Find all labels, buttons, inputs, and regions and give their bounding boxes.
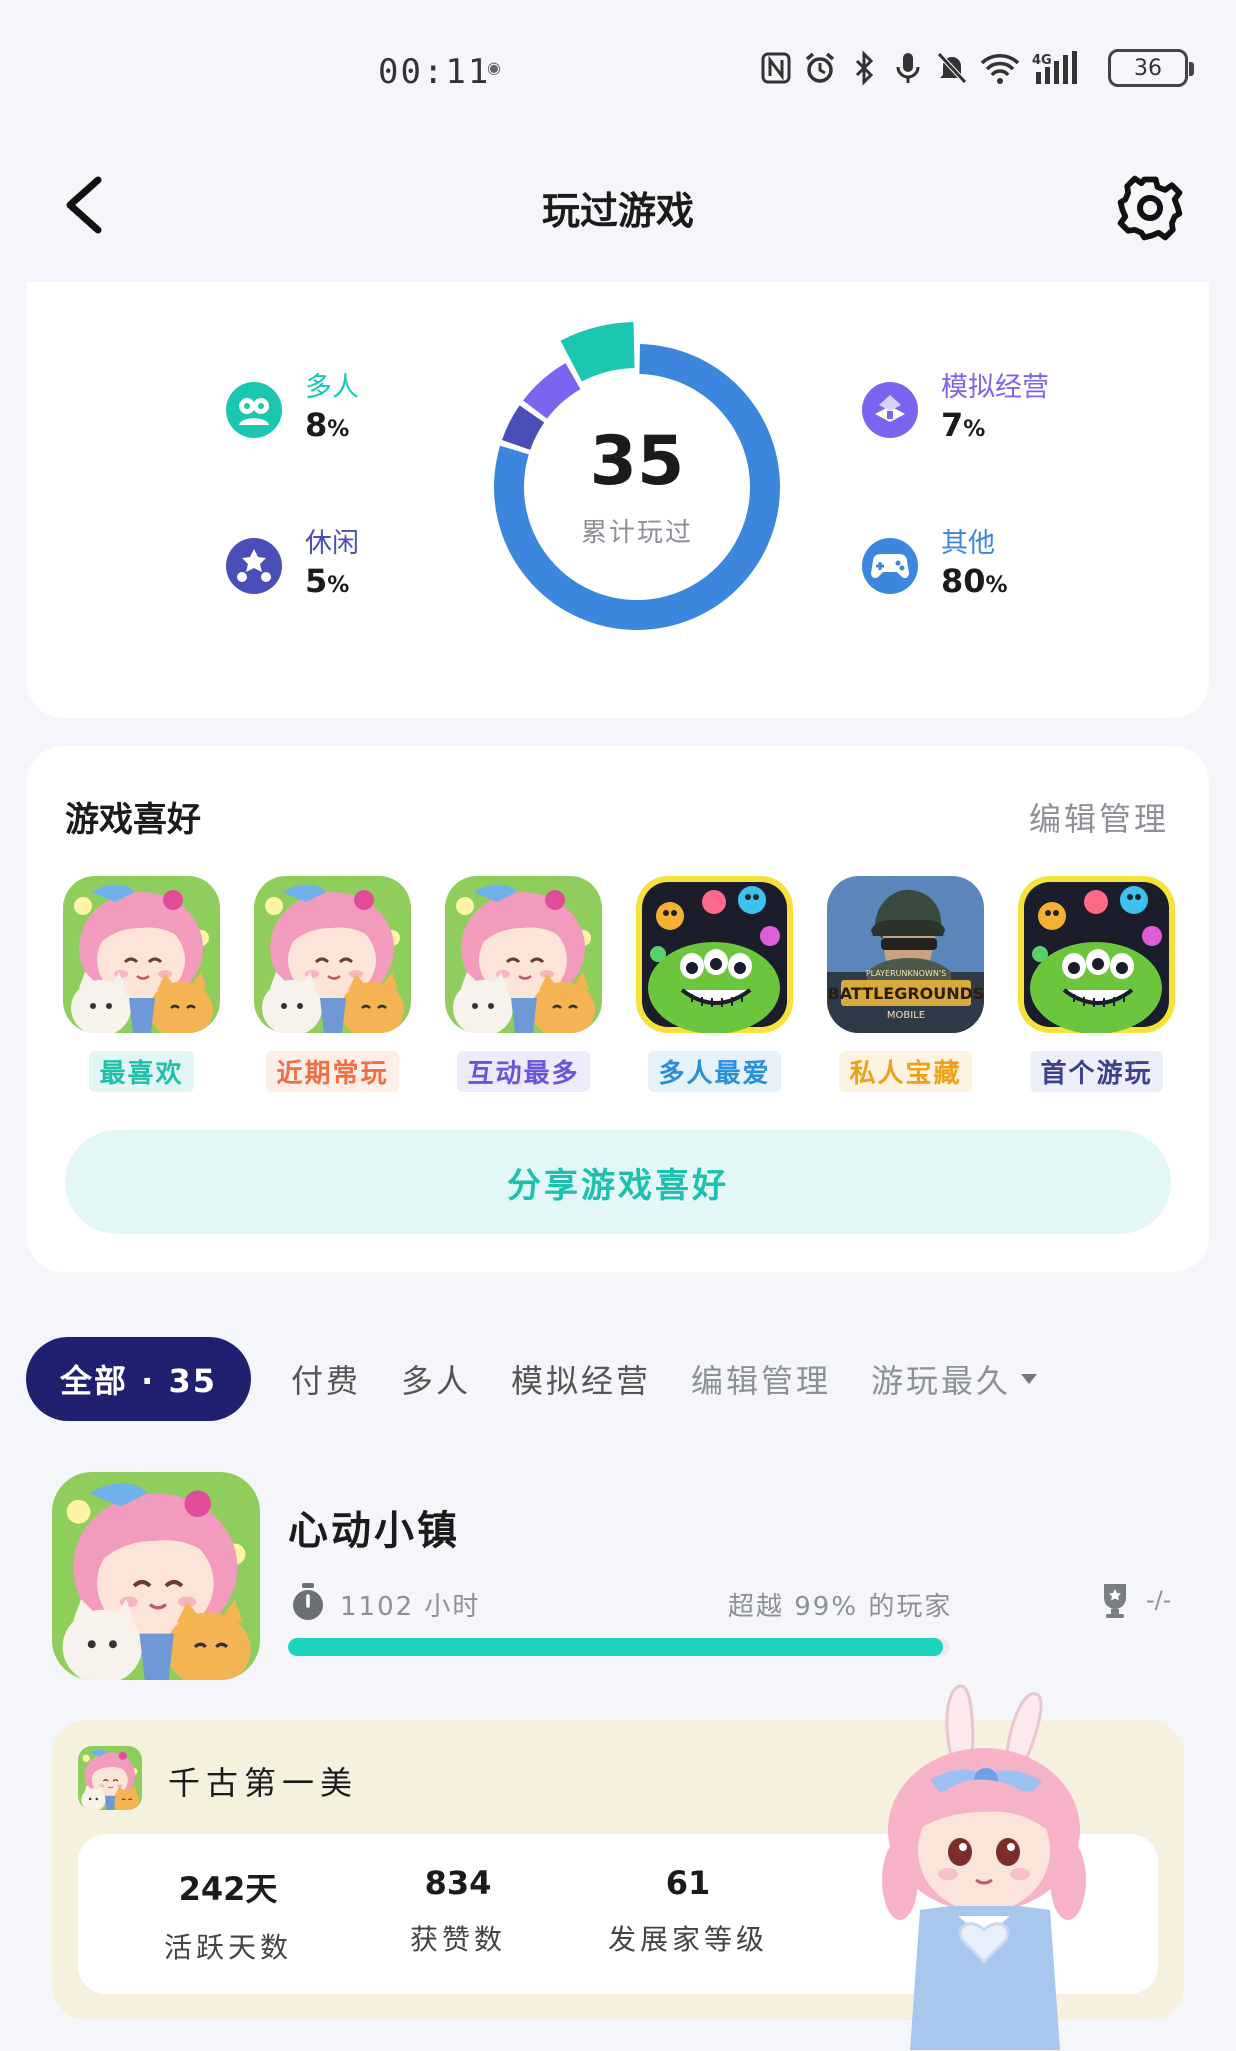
notification-dot-icon: ◉ (487, 58, 501, 77)
player-rank: 超越 99% 的玩家 (728, 1592, 953, 1622)
play-progress-bar (288, 1638, 950, 1656)
total-games-label: 累计玩过 (580, 518, 693, 548)
preference-game-icon (445, 876, 602, 1033)
caret-down-icon (1021, 1374, 1038, 1384)
game-title[interactable]: 心动小镇 (288, 1498, 460, 1556)
multiplayer-icon (225, 381, 283, 439)
preference-tag: 最喜欢 (89, 1051, 194, 1092)
preference-item[interactable]: 私人宝藏 (827, 876, 984, 1092)
stat-active-days: 242天 活跃天数 (163, 1870, 292, 1964)
preference-list: 最喜欢 近期常玩 互动最多 多人最爱 私人宝藏 首个游玩 (63, 876, 1175, 1092)
battery-icon: 36 (1108, 49, 1194, 87)
tab-multiplayer[interactable]: 多人 (401, 1356, 471, 1402)
heart-town-artwork (52, 1472, 260, 1680)
donut-segment-multiplayer (560, 322, 635, 382)
tab-simulation[interactable]: 模拟经营 (511, 1356, 651, 1402)
mascot-character-illustration (882, 1684, 1086, 2050)
preference-game-icon (1018, 876, 1175, 1033)
stopwatch-icon (293, 1583, 323, 1620)
preference-game-icon (254, 876, 411, 1033)
category-name: 休闲 (305, 528, 359, 559)
wifi-icon (980, 50, 1020, 86)
alarm-icon (804, 50, 836, 86)
status-time: 00:11 (378, 52, 491, 92)
preference-item[interactable]: 多人最爱 (636, 876, 793, 1092)
preference-item[interactable]: 最喜欢 (63, 876, 220, 1092)
share-preferences-button[interactable]: 分享游戏喜好 (65, 1130, 1171, 1234)
microphone-icon (892, 50, 924, 86)
preference-item[interactable]: 互动最多 (445, 876, 602, 1092)
preference-tag: 近期常玩 (266, 1051, 399, 1092)
category-casual[interactable]: 休闲 5% (225, 526, 359, 605)
character-avatar (78, 1746, 142, 1810)
tab-paid[interactable]: 付费 (291, 1356, 361, 1402)
header: 玩过游戏 (0, 150, 1236, 260)
trophy-icon (1104, 1584, 1126, 1618)
category-name: 其他 (941, 528, 995, 559)
preference-tag: 私人宝藏 (839, 1051, 972, 1092)
character-name: 千古第一美 (168, 1764, 359, 1802)
preference-tag: 多人最爱 (648, 1051, 781, 1092)
page-title: 玩过游戏 (541, 189, 694, 233)
category-simulation[interactable]: 模拟经营 7% (861, 370, 1049, 449)
preference-item[interactable]: 近期常玩 (254, 876, 411, 1092)
simulation-icon (861, 381, 919, 439)
edit-manage-link[interactable]: 编辑管理 (1029, 794, 1169, 840)
category-name: 模拟经营 (941, 372, 1049, 403)
sort-label: 游玩最久 (871, 1362, 1012, 1400)
category-multiplayer[interactable]: 多人 8% (225, 370, 359, 449)
total-games-count: 35 (589, 422, 685, 501)
bluetooth-icon (848, 50, 880, 86)
sort-dropdown[interactable]: 游玩最久 (871, 1356, 1038, 1402)
status-icons: 4G (760, 46, 1078, 90)
preferences-title: 游戏喜好 (65, 800, 201, 840)
status-bar: 00:11 ◉ 4G 36 (0, 0, 1236, 140)
category-percent: 8% (305, 406, 350, 444)
play-hours: 1102 小时 (340, 1592, 481, 1622)
progress-fill (288, 1638, 944, 1656)
game-preferences-card: 游戏喜好 编辑管理 最喜欢 近期常玩 互动最多 多人最爱 私人宝藏 首个游玩 分享游戏喜好 (27, 746, 1209, 1272)
svg-text:4G: 4G (1032, 53, 1052, 68)
category-percent: 5% (305, 562, 350, 600)
trophy-value: -/- (1146, 1586, 1172, 1614)
category-percent: 7% (941, 406, 986, 444)
filter-tabs: 全部 · 35 付费 多人 模拟经营 编辑管理 游玩最久 (26, 1336, 1216, 1422)
stat-developer-level: 61 发展家等级 (607, 1864, 768, 1956)
mute-bell-icon (936, 50, 968, 86)
settings-button[interactable] (1112, 170, 1188, 246)
tab-edit-manage[interactable]: 编辑管理 (691, 1356, 831, 1402)
category-name: 多人 (305, 372, 359, 403)
stat-likes: 834 获赞数 (409, 1864, 506, 1956)
preference-tag: 互动最多 (457, 1051, 590, 1092)
category-other[interactable]: 其他 80% (861, 526, 1008, 605)
category-stats-card: 多人 8% 休闲 5% 模拟经营 7% 其他 80% 35 累计玩过 (27, 282, 1209, 718)
game-icon[interactable] (52, 1472, 260, 1680)
preference-tag: 首个游玩 (1030, 1051, 1163, 1092)
battery-level: 36 (1134, 55, 1162, 81)
donut-segment-simulation (523, 363, 581, 419)
preference-game-icon (827, 876, 984, 1033)
category-donut-chart: 35 累计玩过 (472, 322, 802, 652)
tab-all[interactable]: 全部 · 35 (26, 1337, 251, 1421)
preference-game-icon (63, 876, 220, 1033)
preference-game-icon (636, 876, 793, 1033)
gamepad-icon (861, 537, 919, 595)
gear-icon (1117, 175, 1183, 241)
casual-icon (225, 537, 283, 595)
category-percent: 80% (941, 562, 1008, 600)
preference-item[interactable]: 首个游玩 (1018, 876, 1175, 1092)
nfc-icon (760, 50, 792, 86)
cellular-signal-icon: 4G (1032, 50, 1078, 86)
